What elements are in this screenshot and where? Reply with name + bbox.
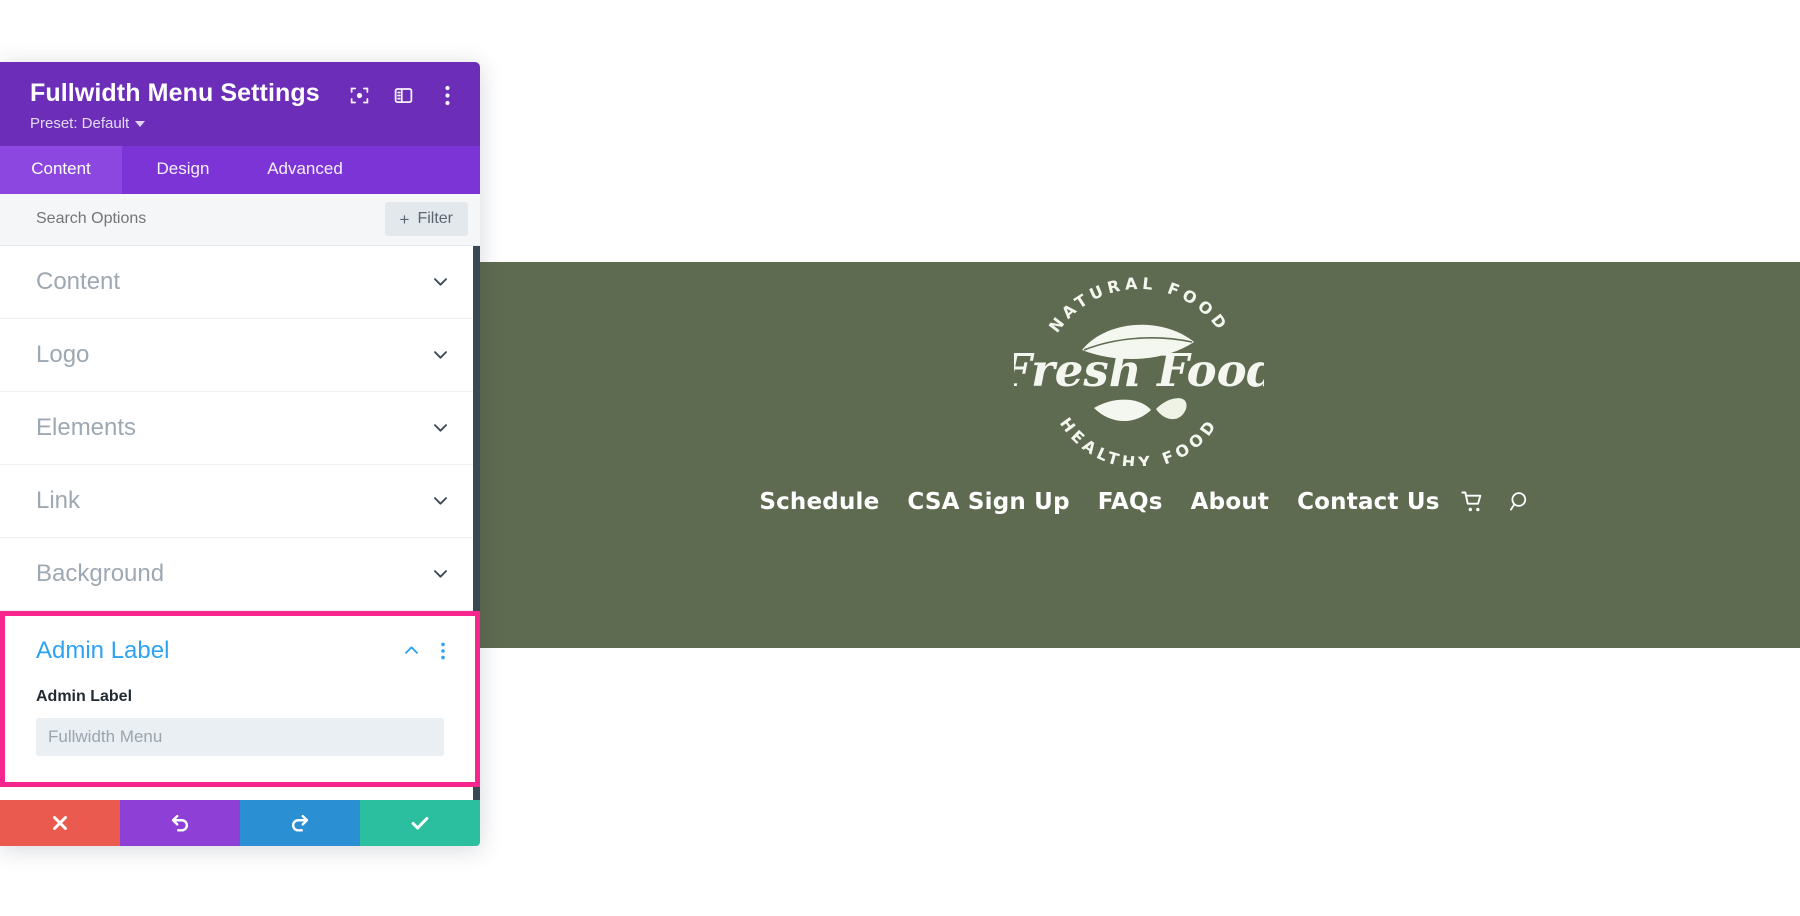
close-icon: [53, 816, 67, 830]
cart-icon[interactable]: [1460, 490, 1487, 514]
screen-root: NATURAL FOOD HEALTHY FOOD Fresh Food: [0, 0, 1800, 916]
section-admin-label-header[interactable]: Admin Label: [5, 615, 475, 686]
section-label: Logo: [36, 340, 90, 368]
tab-advanced[interactable]: Advanced: [244, 146, 366, 194]
section-admin-label-highlighted: Admin Label Admin Label Fullwidth Menu: [0, 610, 480, 787]
tab-content[interactable]: Content: [0, 145, 122, 194]
tab-design[interactable]: Design: [122, 146, 244, 194]
panel-search-bar: + Filter: [0, 193, 480, 246]
svg-text:HEALTHY FOOD: HEALTHY FOOD: [1056, 414, 1222, 466]
section-label: Content: [36, 267, 121, 295]
chevron-down-icon: [430, 491, 450, 511]
section-label: Background: [36, 559, 165, 587]
section-label: Link: [36, 486, 81, 514]
plus-icon: +: [399, 209, 410, 229]
section-logo[interactable]: Logo: [0, 318, 480, 392]
section-label: Admin Label: [36, 636, 170, 664]
logo-wordmark: Fresh Food: [1014, 344, 1264, 397]
nav-item-csa-sign-up[interactable]: CSA Sign Up: [893, 490, 1083, 514]
chevron-down-icon: [430, 345, 450, 365]
section-link[interactable]: Link: [0, 464, 480, 538]
module-settings-panel: Fullwidth Menu Settings Preset: Default …: [0, 62, 480, 846]
preset-selector[interactable]: Preset: Default: [30, 115, 458, 132]
layout-panel-icon[interactable]: [392, 84, 414, 106]
undo-button[interactable]: [120, 800, 240, 846]
section-kebab-menu-icon[interactable]: [435, 642, 451, 660]
site-header-preview: NATURAL FOOD HEALTHY FOOD Fresh Food: [478, 262, 1800, 648]
panel-footer: [0, 800, 480, 846]
search-input[interactable]: [36, 210, 296, 228]
check-icon: [411, 816, 429, 830]
filter-button-label: Filter: [417, 210, 453, 227]
panel-body: Content Logo Elements Link Background Ad…: [0, 245, 480, 800]
section-label: Elements: [36, 413, 137, 441]
admin-label-input[interactable]: [36, 717, 444, 756]
section-content[interactable]: Content: [0, 245, 480, 319]
focus-icon[interactable]: [348, 84, 370, 106]
nav-item-faqs[interactable]: FAQs: [1084, 490, 1177, 514]
admin-label-field-block: Admin Label: [5, 685, 475, 782]
filter-button[interactable]: + Filter: [384, 202, 468, 236]
section-elements[interactable]: Elements: [0, 391, 480, 465]
redo-icon: [292, 814, 309, 832]
chevron-up-icon[interactable]: [401, 641, 421, 661]
nav-item-schedule[interactable]: Schedule: [745, 490, 893, 514]
panel-titlebar: Fullwidth Menu Settings Preset: Default: [0, 62, 480, 146]
admin-label-field-label: Admin Label: [36, 687, 133, 705]
undo-icon: [171, 814, 188, 832]
brand-logo: NATURAL FOOD HEALTHY FOOD Fresh Food: [998, 274, 1278, 473]
panel-title: Fullwidth Menu Settings: [30, 79, 320, 107]
cancel-button[interactable]: [0, 800, 120, 846]
nav-item-about[interactable]: About: [1177, 490, 1283, 514]
site-navigation[interactable]: Schedule CSA Sign Up FAQs About Contact …: [745, 490, 1532, 514]
section-background[interactable]: Background: [0, 537, 480, 611]
redo-button[interactable]: [240, 800, 360, 846]
save-button[interactable]: [360, 800, 480, 846]
chevron-down-icon: [135, 121, 146, 127]
preset-label: Preset: Default: [30, 114, 130, 132]
panel-tabs: Content Design Advanced: [0, 145, 480, 194]
chevron-down-icon: [430, 418, 450, 438]
kebab-menu-icon[interactable]: [436, 84, 458, 106]
logo-bottom-arc-text: HEALTHY FOOD: [1056, 414, 1217, 472]
chevron-down-icon: [430, 272, 450, 292]
nav-item-contact-us[interactable]: Contact Us: [1283, 490, 1454, 514]
chevron-down-icon: [430, 564, 450, 584]
search-icon[interactable]: [1509, 490, 1533, 514]
settings-accordion: Content Logo Elements Link Background Ad…: [0, 245, 480, 787]
